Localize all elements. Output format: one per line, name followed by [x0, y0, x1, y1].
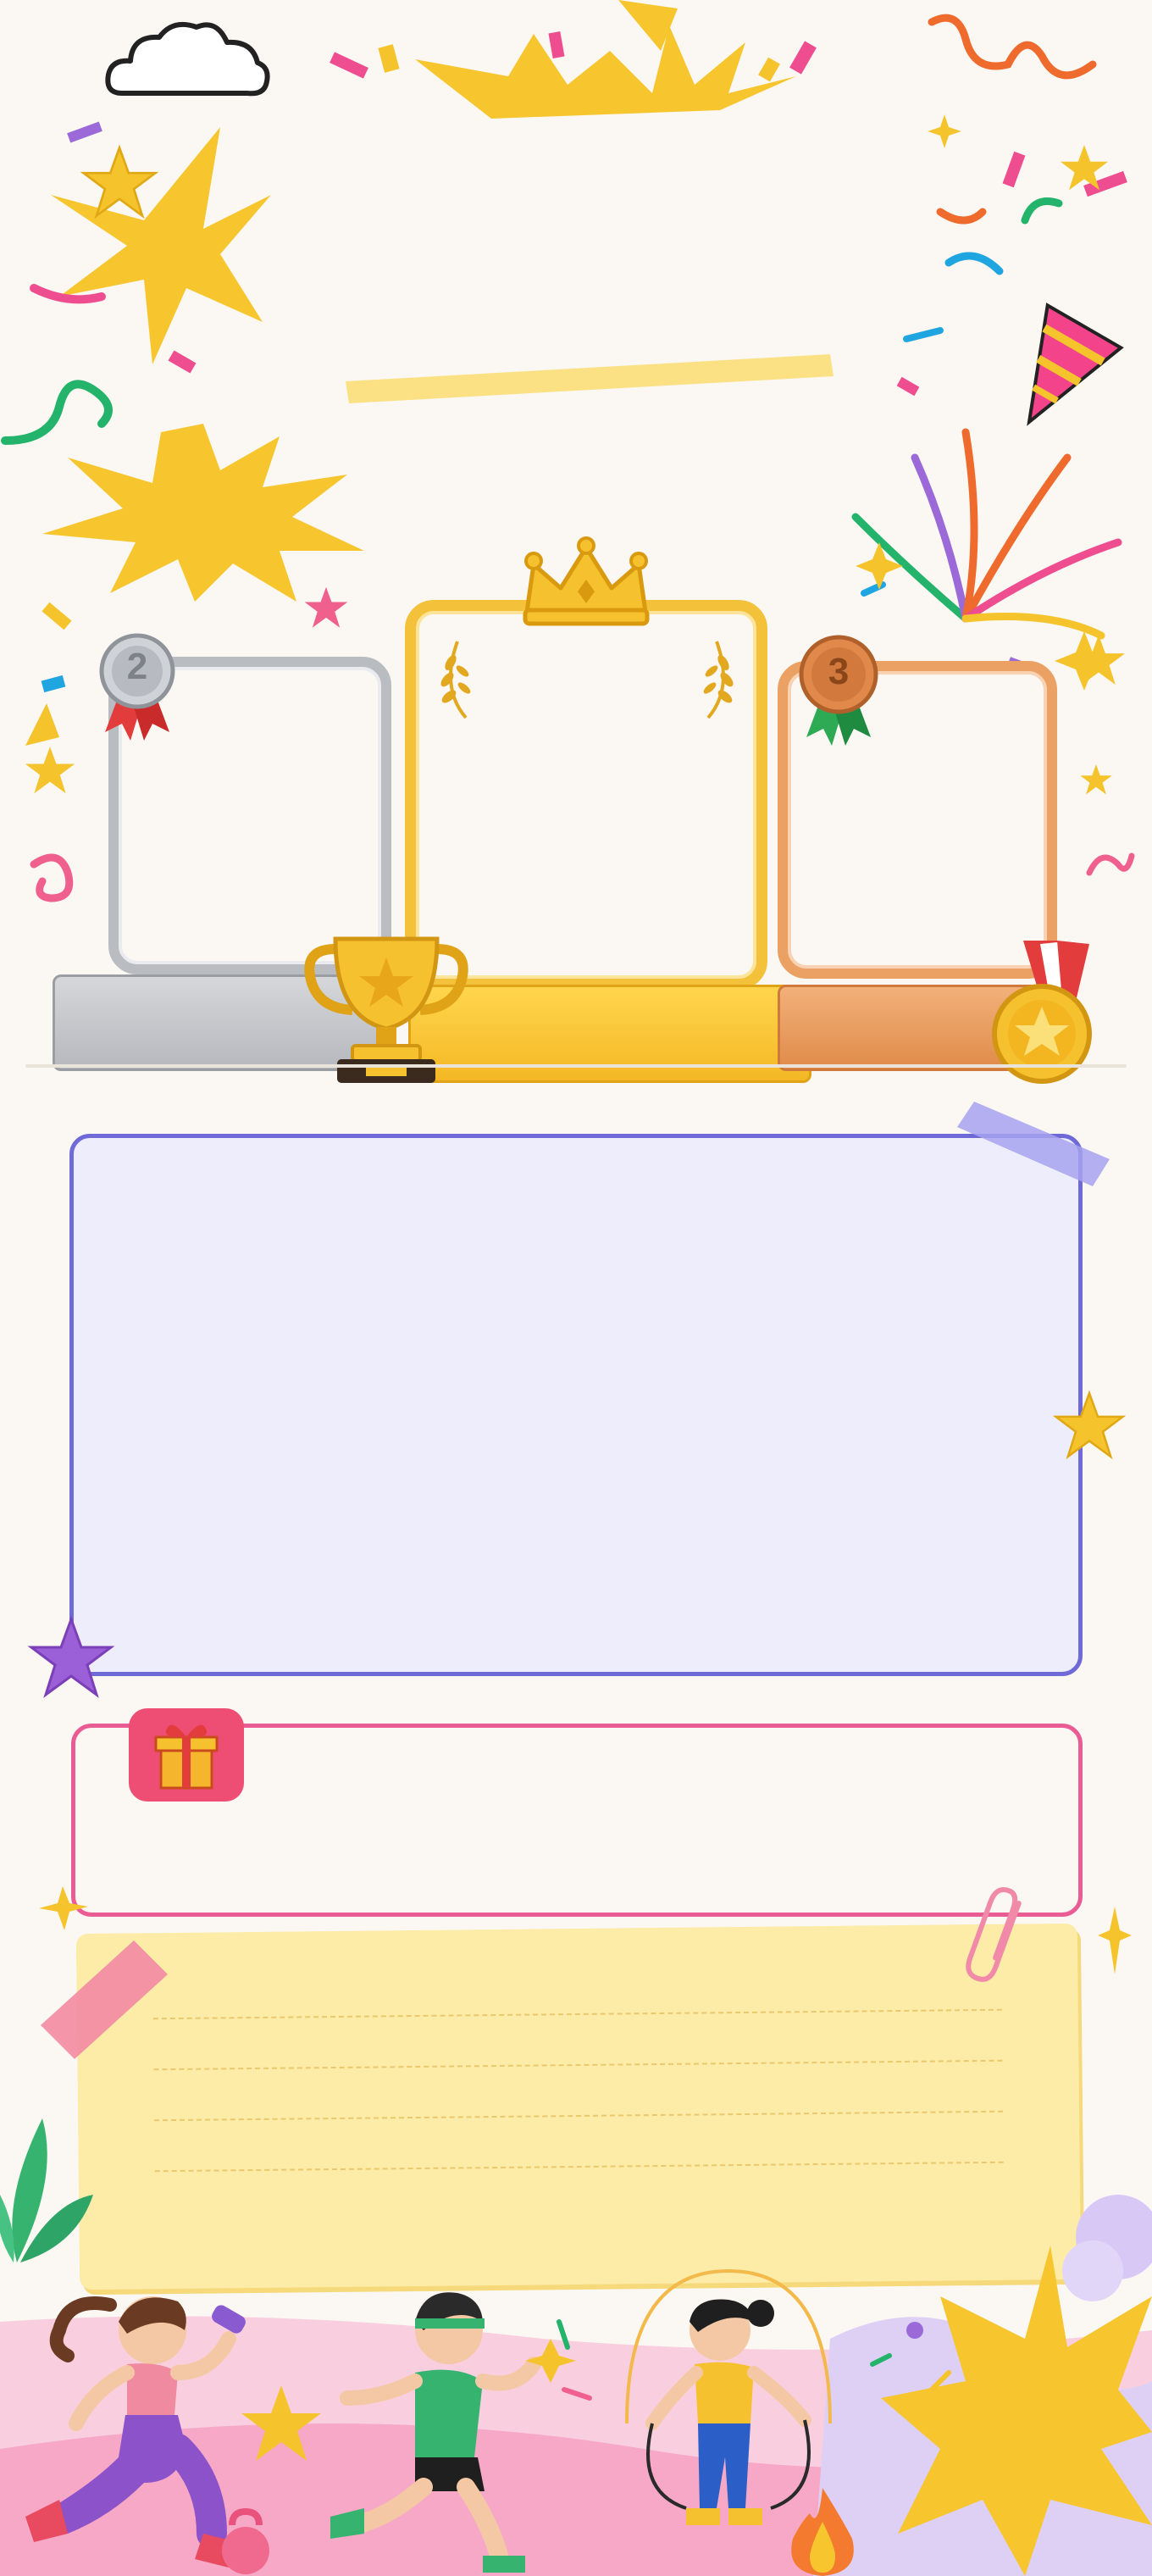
note-line-2 — [153, 2059, 1003, 2071]
gift-icon — [154, 1724, 219, 1790]
pink-tape-icon — [41, 1940, 168, 2059]
flame-icon — [791, 2488, 854, 2576]
gold-medal-icon — [992, 941, 1092, 1084]
gift-badge — [129, 1708, 244, 1802]
confetti-swirl-pink — [30, 853, 74, 902]
washi-tape-icon — [957, 1102, 1110, 1186]
party-popper-icon — [896, 114, 1127, 426]
main-content-panel — [69, 1134, 1083, 1676]
note-line-4 — [154, 2161, 1004, 2173]
laurel-left-icon — [440, 641, 471, 719]
bronze-medal-icon: 3 — [796, 634, 881, 752]
star-purple-panel-icon — [27, 1615, 115, 1698]
notepad-area — [75, 1923, 1082, 2290]
crown-icon — [523, 536, 650, 626]
title-banner-stroke — [346, 354, 834, 403]
sparkle-right-icon — [1098, 1907, 1132, 1974]
third-place-number: 3 — [828, 651, 850, 692]
star-right-icon-3 — [1072, 635, 1126, 686]
star-right-top-icon — [1060, 145, 1109, 191]
trophy-icon — [304, 936, 468, 1083]
second-place-number: 2 — [126, 646, 148, 687]
confetti-bottom — [525, 2319, 951, 2401]
note-line-1 — [152, 2008, 1002, 2020]
star-small-icon-2 — [25, 747, 75, 794]
laurel-right-icon — [703, 641, 734, 719]
purple-bush-icon — [1062, 2195, 1152, 2301]
star-sparkle-left-icon — [39, 1886, 88, 1930]
star-pink-icon — [304, 586, 348, 628]
confetti-top-middle — [330, 31, 817, 82]
squiggle-orange-icon — [928, 14, 1097, 80]
star-right-icon-4 — [1080, 764, 1112, 795]
podium-ground-line — [25, 1064, 1127, 1068]
star-yellow-panel-icon — [1052, 1390, 1127, 1460]
plant-leaves-icon — [0, 2118, 93, 2262]
kettlebell-icon — [222, 2507, 269, 2574]
note-line-3 — [154, 2110, 1004, 2122]
paperclip-icon — [966, 1887, 1022, 1982]
silver-medal-icon: 2 — [95, 632, 180, 742]
confetti-swirl-pink-right — [1086, 852, 1135, 876]
